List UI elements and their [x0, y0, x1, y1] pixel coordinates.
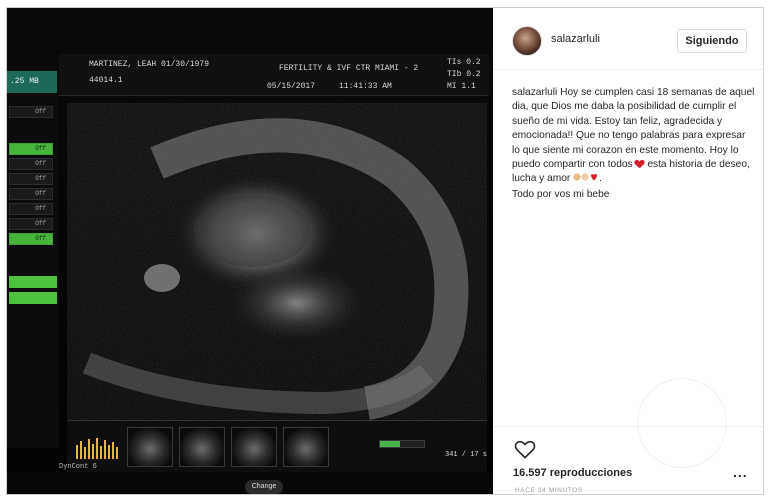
emoji-icons: [573, 172, 599, 187]
username[interactable]: salazarluli: [551, 33, 600, 45]
instagram-post-window: .25 MB Off Off Off Off Off Off Off Off M…: [6, 7, 764, 495]
clinic-name: FERTILITY & IVF CTR MIAMI - 2: [279, 64, 419, 73]
side-control: Off: [9, 218, 53, 230]
frame-counter: 341 / 17 s: [445, 451, 488, 459]
ultrasound-thumbnail: [127, 427, 173, 467]
avatar[interactable]: [512, 26, 542, 56]
dyncont-label: DynCont 6: [59, 463, 97, 471]
patient-id: 44014.1: [89, 76, 123, 85]
scan-date: 05/15/2017: [267, 82, 316, 91]
view-count: 16.597 reproducciones: [513, 467, 633, 479]
following-button[interactable]: Siguiendo: [677, 29, 747, 53]
ultrasound-thumbnail: [179, 427, 225, 467]
more-options-icon[interactable]: ...: [733, 465, 748, 479]
tib-value: TIb 0.2: [447, 70, 481, 79]
waveform-icon: [76, 438, 118, 459]
patient-name: MARTINEZ, LEAH 01/30/1979: [89, 60, 210, 69]
ultrasound-header: MARTINEZ, LEAH 01/30/1979 44014.1 FERTIL…: [59, 54, 489, 96]
side-green-indicator: [9, 276, 57, 288]
post-timestamp: HACE 34 MINUTOS: [515, 487, 583, 494]
side-control: Off: [9, 143, 53, 155]
side-control: Off: [9, 203, 53, 215]
side-control: Off: [9, 173, 53, 185]
ultrasound-thumbnail: [283, 427, 329, 467]
caption-text: Todo por vos mi bebe: [512, 188, 610, 200]
scan-progress-bar: [379, 440, 425, 448]
ultrasound-image: [67, 103, 487, 423]
post-header: salazarluli Siguiendo: [493, 8, 763, 70]
change-button: Change: [245, 480, 283, 494]
post-actions: 16.597 reproducciones ... HACE 34 MINUTO…: [493, 426, 763, 494]
tis-value: TIs 0.2: [447, 58, 481, 67]
post-caption: salazarluli Hoy se cumplen casi 18 seman…: [512, 86, 756, 202]
side-green-indicator: [9, 292, 57, 304]
post-sidebar: salazarluli Siguiendo salazarluli Hoy se…: [493, 8, 763, 494]
side-control: Off: [9, 233, 53, 245]
scan-progress-fill: [380, 441, 400, 447]
red-heart-icon: [635, 160, 644, 168]
heart-outline-icon[interactable]: [514, 439, 536, 459]
side-control: Off: [9, 188, 53, 200]
side-control: Off: [9, 106, 53, 118]
caption-period: .: [599, 173, 603, 185]
file-size-badge: .25 MB: [7, 71, 57, 93]
caption-username[interactable]: salazarluli: [512, 87, 557, 98]
mi-value: MI 1.1: [447, 82, 476, 91]
post-media[interactable]: .25 MB Off Off Off Off Off Off Off Off M…: [7, 8, 493, 494]
ultrasound-left-panel: [7, 68, 59, 448]
scan-time: 11:41:33 AM: [339, 82, 392, 91]
ultrasound-thumbnail: [231, 427, 277, 467]
emoji-icon: [573, 173, 598, 182]
caption-text: Hoy se cumplen casi 18 semanas de aquel …: [512, 87, 755, 171]
side-control: Off: [9, 158, 53, 170]
